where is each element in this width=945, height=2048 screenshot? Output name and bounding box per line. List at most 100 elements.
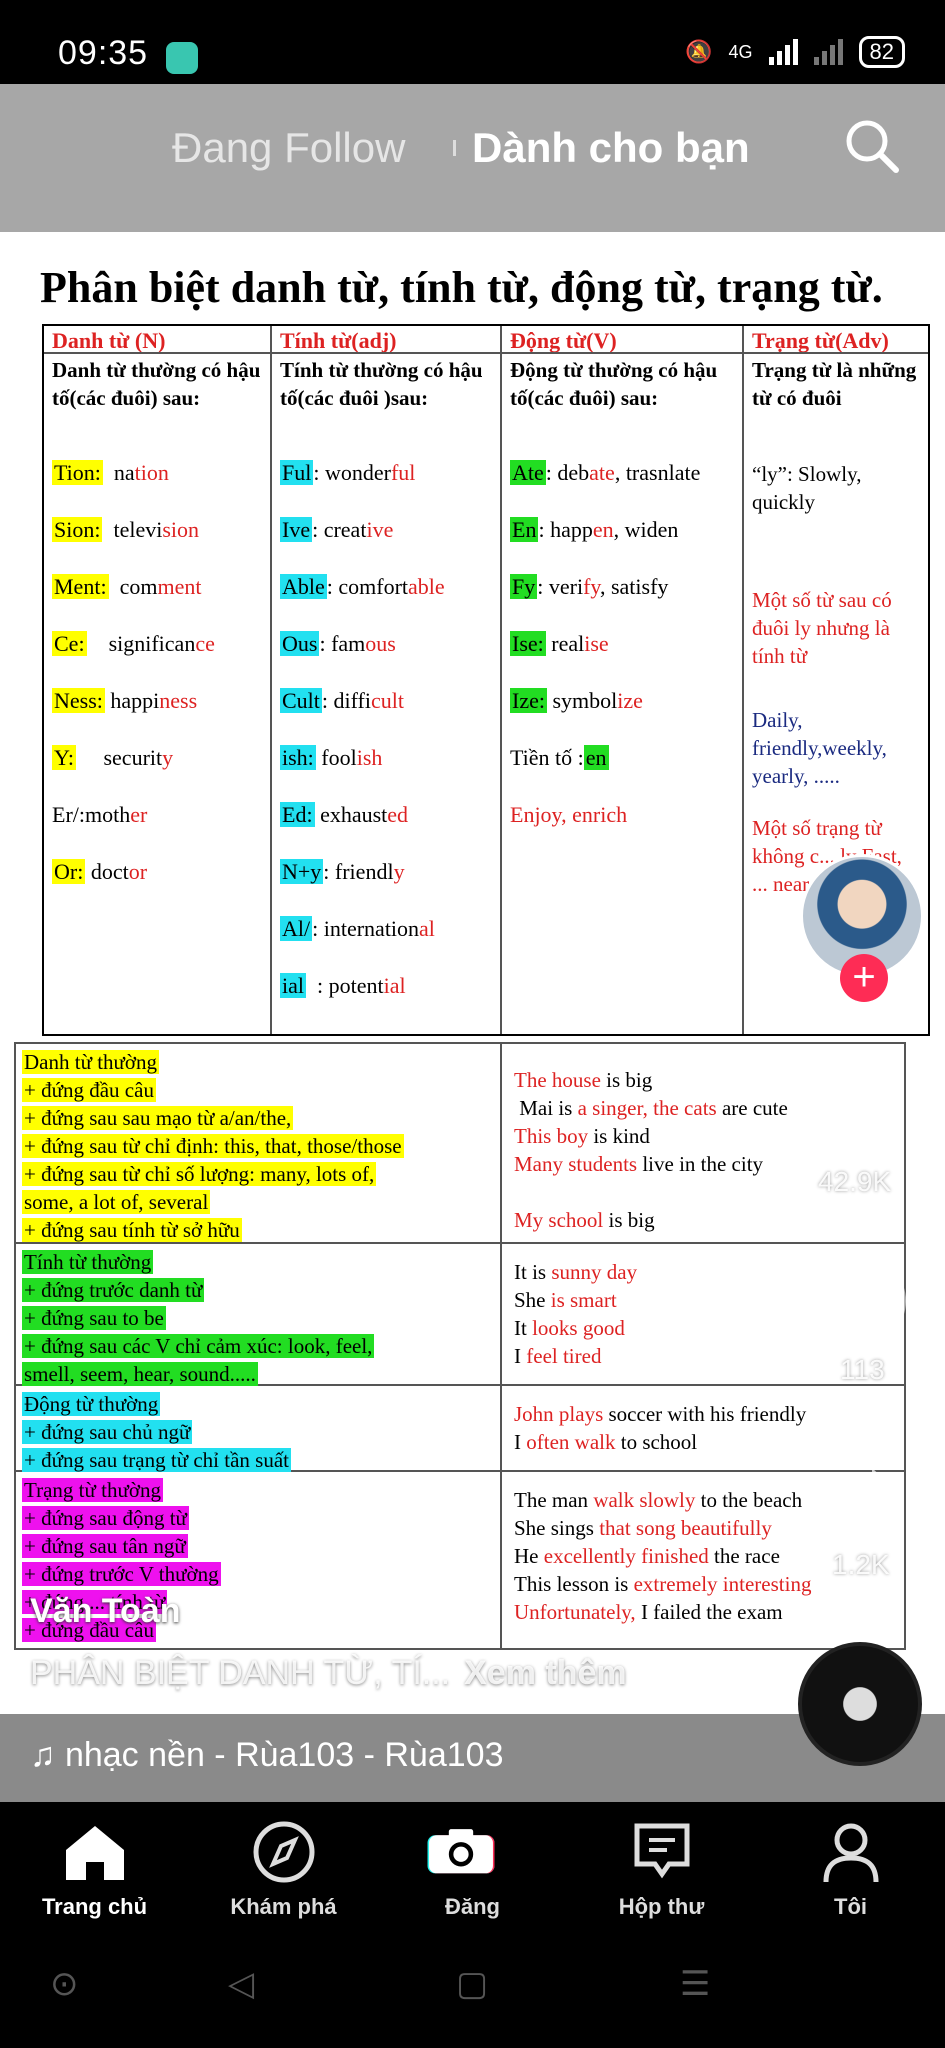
suffix-column: Tính từ(adj) Tính từ thường có hậu tố(các… (272, 326, 502, 1034)
example-text: are cute (716, 1096, 788, 1120)
suffix-example: or (128, 859, 148, 884)
suffix-entry: N+y: friendly (280, 859, 405, 885)
usage-rule-line: Trạng từ thường (22, 1478, 163, 1502)
suffix-entry: Ise: realise (510, 631, 609, 657)
usage-rules: Động từ thường + đứng sau chủ ngữ + đứng s… (16, 1386, 502, 1472)
music-disc[interactable] (798, 1642, 922, 1766)
suffix-example: ness (159, 688, 198, 713)
inbox-icon (634, 1823, 690, 1879)
home-icon (66, 1826, 124, 1880)
example-highlight: This boy (514, 1124, 589, 1148)
signal-2-icon (813, 39, 843, 65)
author-name[interactable]: Văn Toàn (30, 1592, 181, 1631)
suffix-entry: Al/: international (280, 916, 435, 942)
suffix-column: Danh từ (N) Danh từ thường có hậu tố(các … (44, 326, 272, 1034)
column-header: Động từ(V) (502, 326, 742, 354)
suffix-example: doct (85, 859, 129, 884)
tab-home[interactable]: Trang chủ (0, 1802, 189, 1924)
usage-section: Danh từ thường + đứng đầu câu + đứng sau s… (16, 1044, 904, 1244)
example-text: is big (600, 1068, 653, 1092)
suffix-example: tion (134, 460, 169, 485)
system-nav-bar: ⊙ ◁ ▢ ☰ (0, 1924, 945, 2048)
status-bar: 09:35 🔕 4G 82 (0, 0, 945, 84)
suffix-example: ish (356, 745, 383, 770)
see-more-link[interactable]: Xem thêm (464, 1654, 627, 1692)
profile-icon (823, 1823, 879, 1883)
tab-label: Trang chủ (41, 1894, 148, 1919)
mute-icon: 🔕 (685, 39, 713, 64)
suffix-example: happi (104, 688, 160, 713)
suffix-example: sion (162, 517, 200, 542)
column-header: Tính từ(adj) (272, 326, 500, 354)
example-highlight: Many students (514, 1152, 638, 1176)
video-feed[interactable]: Đang Follow Dành cho bạn Phân biệt danh … (0, 84, 945, 1802)
suffix-example: : veri (537, 574, 584, 599)
usage-rules: Tính từ thường + đứng trước danh từ + đứng… (16, 1244, 502, 1386)
tab-inbox[interactable]: Hộp thư (567, 1802, 756, 1924)
example-text: He (514, 1544, 544, 1568)
usage-rule-line: Động từ thường (22, 1392, 161, 1416)
suffix-entry: Tiền tố :en (510, 745, 609, 771)
bottom-tab-bar: Trang chủ Khám phá Đăng Hộp thư Tôi (0, 1802, 945, 1924)
back-button[interactable]: ◁ (228, 1964, 254, 2004)
suffix-highlight: Cult (280, 688, 322, 713)
suffix-entry: Ce: significance (52, 631, 215, 657)
tab-discover[interactable]: Khám phá (189, 1802, 378, 1924)
column-intro: Trạng từ là những từ có đuôi (752, 358, 917, 410)
usage-table: Danh từ thường + đứng đầu câu + đứng sau s… (14, 1042, 906, 1650)
notification-app-icon (166, 42, 198, 74)
tab-following[interactable]: Đang Follow (172, 124, 405, 172)
suffix-entry: Able: comfortable (280, 574, 445, 600)
heart-icon[interactable] (822, 1084, 902, 1154)
usage-rule-line: + đứng sau trạng từ chỉ tần suất (22, 1448, 291, 1472)
suffix-entry: Or: doctor (52, 859, 147, 885)
example-text: to school (615, 1430, 698, 1454)
comment-count: 113 (840, 1354, 885, 1385)
tab-label: Tôi (834, 1894, 867, 1919)
tab-me[interactable]: Tôi (756, 1802, 945, 1924)
suffix-example: com (108, 574, 158, 599)
suffix-entry: Ment: comment (52, 574, 201, 600)
suffix-highlight: Able (280, 574, 327, 599)
search-icon[interactable] (842, 116, 902, 176)
music-title[interactable]: ♫ nhạc nền - Rùa103 - Rùa103 (30, 1736, 503, 1775)
home-button[interactable]: ▢ (456, 1964, 488, 2004)
suffix-example: ize (617, 688, 643, 713)
example-highlight: sunny day (551, 1260, 638, 1284)
example-highlight: walk slowly (593, 1488, 696, 1512)
usage-examples: John plays soccer with his friendly I oft… (506, 1400, 914, 1456)
suffix-highlight: En (510, 517, 539, 542)
suffix-entry: Cult: difficult (280, 688, 404, 714)
follow-plus-button[interactable]: + (840, 954, 888, 1002)
suffix-example: na (102, 460, 135, 485)
suffix-example: exhaust (314, 802, 388, 827)
suffix-entry: En: happen, widen (510, 517, 678, 543)
usage-rule-line: + đứng sau động từ (22, 1506, 189, 1530)
example-text: live in the city (637, 1152, 764, 1176)
usage-rule-line: some, a lot of, several (22, 1190, 211, 1214)
example-text: This lesson is (514, 1572, 634, 1596)
suffix-example: ous (365, 631, 396, 656)
suffix-table: Danh từ (N) Danh từ thường có hậu tố(các … (42, 324, 930, 1036)
share-icon[interactable] (826, 1462, 906, 1538)
usage-section: Tính từ thường + đứng trước danh từ + đứng… (16, 1244, 904, 1386)
caption[interactable]: PHÂN BIỆT DANH TỪ, TÍ... Xem thêm (30, 1654, 627, 1693)
suffix-example: , satisfy (599, 574, 669, 599)
usage-rule-line: + đứng sau sau mạo từ a/an/the, (22, 1106, 294, 1130)
tab-for-you[interactable]: Dành cho bạn (472, 124, 750, 172)
suffix-entry: ial : potential (280, 973, 406, 999)
comment-icon[interactable] (820, 1258, 906, 1344)
tab-label: Đăng (445, 1894, 500, 1919)
suffix-example: y (162, 745, 174, 770)
tab-post[interactable]: Đăng (378, 1802, 567, 1924)
tab-label: Hộp thư (618, 1894, 705, 1919)
suffix-example: er (130, 802, 148, 827)
suffix-example: securit (75, 745, 163, 770)
assistant-button[interactable]: ⊙ (50, 1964, 79, 2004)
compass-icon (253, 1821, 315, 1883)
adverb-note: Daily, friendly,weekly, yearly, ..... (752, 708, 887, 788)
usage-rule-line: + đứng sau các V chỉ cảm xúc: look, feel… (22, 1334, 375, 1358)
recents-button[interactable]: ☰ (680, 1964, 710, 2004)
suffix-example: symbol (546, 688, 618, 713)
suffix-entry: Ness: happiness (52, 688, 197, 714)
